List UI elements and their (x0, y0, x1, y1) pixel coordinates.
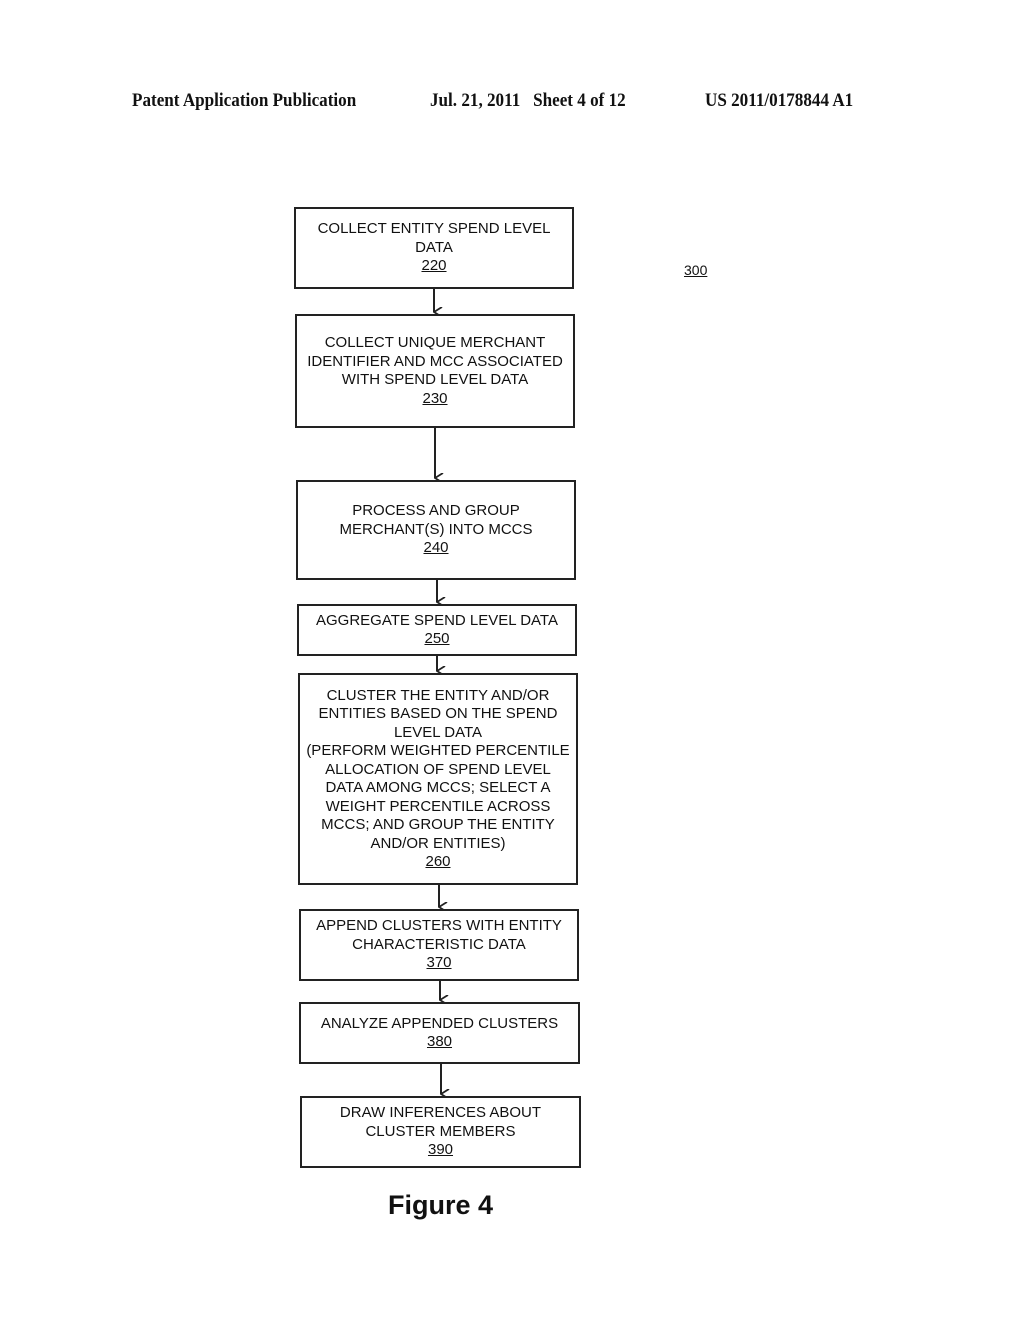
step-box-260: CLUSTER THE ENTITY AND/OR ENTITIES BASED… (298, 673, 578, 885)
step-box-390: DRAW INFERENCES ABOUT CLUSTER MEMBERS 39… (300, 1096, 581, 1168)
step-number: 230 (422, 389, 448, 407)
step-number: 390 (427, 1141, 454, 1159)
step-text: ANALYZE APPENDED CLUSTERS (320, 1014, 559, 1032)
step-number: 220 (421, 257, 447, 275)
step-text: COLLECT ENTITY SPEND LEVEL DATA (317, 220, 551, 256)
step-text: AGGREGATE SPEND LEVEL DATA (315, 611, 558, 629)
step-box-380: ANALYZE APPENDED CLUSTERS 380 (299, 1002, 580, 1064)
step-text: APPEND CLUSTERS WITH ENTITY CHARACTERIST… (316, 917, 562, 953)
step-number: 380 (426, 1033, 453, 1050)
step-number: 260 (425, 853, 451, 870)
step-text: PROCESS AND GROUP MERCHANT(S) INTO MCCS (339, 502, 533, 538)
step-number: 240 (423, 539, 449, 557)
step-box-240: PROCESS AND GROUP MERCHANT(S) INTO MCCS … (296, 480, 576, 580)
step-box-230: COLLECT UNIQUE MERCHANT IDENTIFIER AND M… (295, 314, 575, 428)
step-box-250: AGGREGATE SPEND LEVEL DATA 250 (297, 604, 577, 656)
step-box-220: COLLECT ENTITY SPEND LEVEL DATA 220 (294, 207, 574, 289)
step-text: COLLECT UNIQUE MERCHANT IDENTIFIER AND M… (307, 334, 563, 388)
step-text: DRAW INFERENCES ABOUT CLUSTER MEMBERS (339, 1104, 542, 1140)
figure-caption: Figure 4 (388, 1190, 494, 1220)
step-number: 250 (424, 630, 450, 647)
step-number: 370 (426, 954, 452, 972)
step-box-370: APPEND CLUSTERS WITH ENTITY CHARACTERIST… (299, 909, 579, 981)
step-text: CLUSTER THE ENTITY AND/OR ENTITIES BASED… (306, 686, 570, 852)
